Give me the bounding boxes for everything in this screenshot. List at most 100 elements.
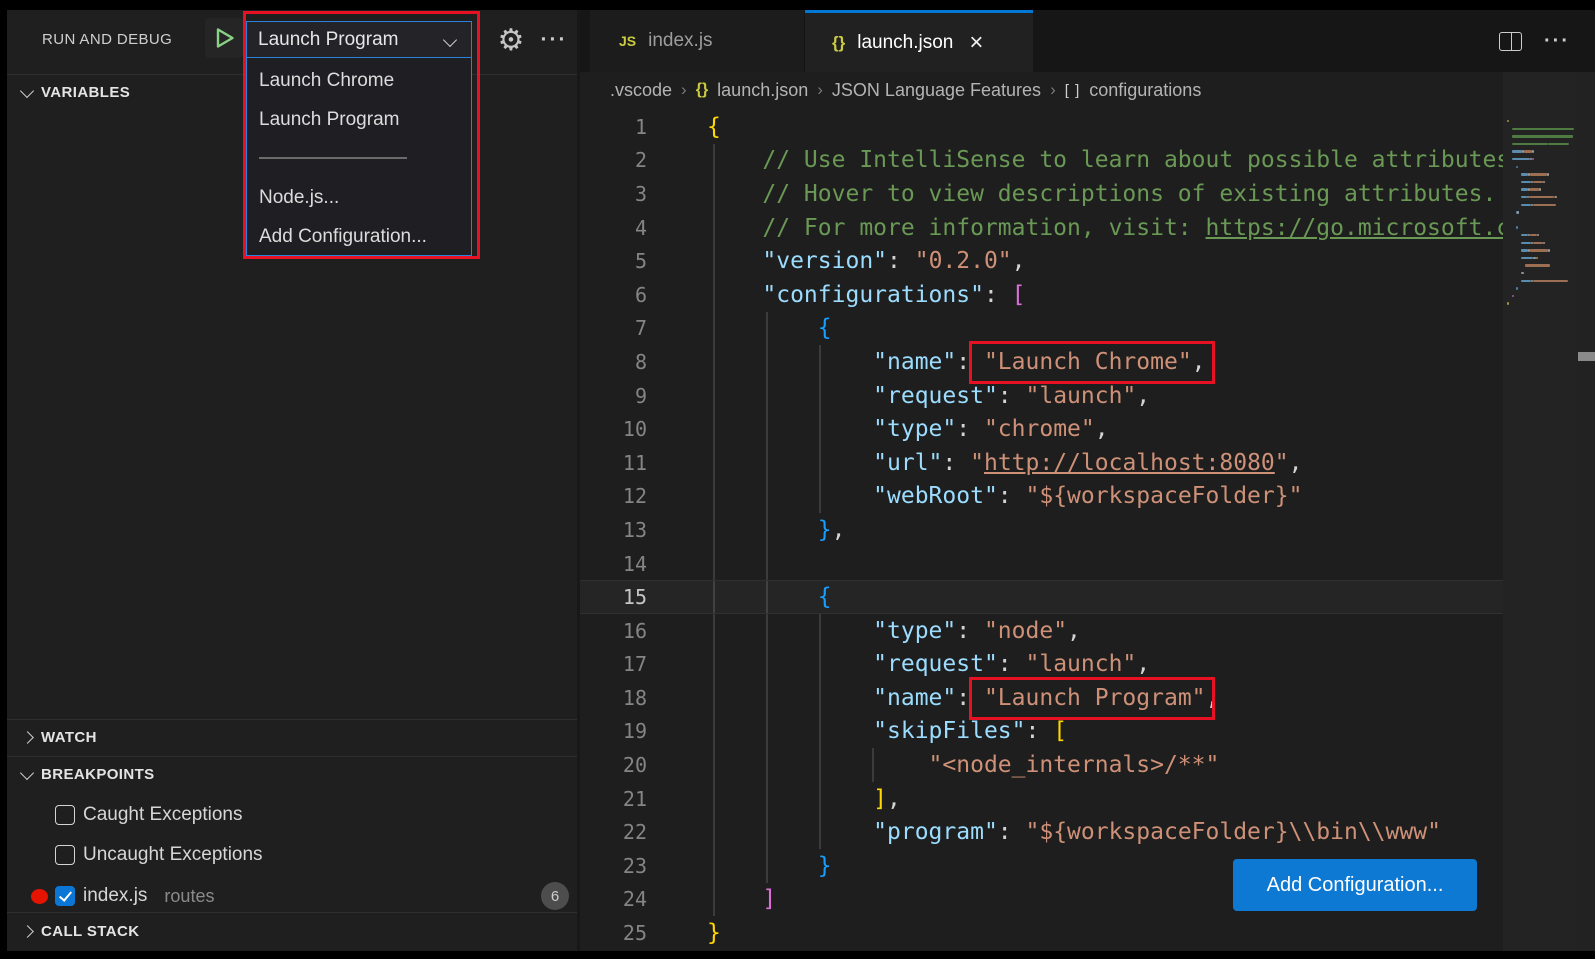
breadcrumb[interactable]: .vscode›{}launch.json›JSON Language Feat… [610,72,1201,108]
section-label: WATCH [41,729,97,746]
dropdown-item-add-configuration[interactable]: Add Configuration... [259,222,427,252]
breadcrumb-item[interactable]: JSON Language Features [832,80,1041,101]
line-number: 3 [580,182,667,206]
checkbox-unchecked[interactable] [55,845,75,865]
dropdown-item-launch-program[interactable]: Launch Program [259,105,399,135]
debug-configuration-value: Launch Program [258,29,398,51]
code-line[interactable]: 25} [580,916,1503,950]
code-text: "name": "Launch Chrome", [667,349,1206,375]
panel-title: RUN AND DEBUG [42,22,172,58]
start-debugging-button[interactable] [205,18,243,58]
code-line[interactable]: 19 "skipFiles": [ [580,715,1503,749]
code-line[interactable]: 21 ], [580,782,1503,816]
code-text: "configurations": [ [667,282,1026,308]
section-header-watch[interactable]: WATCH [7,719,577,755]
code-line[interactable]: 5 "version": "0.2.0", [580,244,1503,278]
minimap-code-line [1521,249,1528,251]
code-line[interactable]: 10 "type": "chrome", [580,412,1503,446]
code-line[interactable]: 17 "request": "launch", [580,648,1503,682]
line-number: 13 [580,518,667,542]
code-line[interactable]: 11 "url": "http://localhost:8080", [580,446,1503,480]
breadcrumb-item[interactable]: launch.json [717,80,808,101]
split-editor-icon[interactable] [1499,32,1522,51]
checkbox-checked[interactable] [55,886,75,906]
line-number: 12 [580,484,667,508]
code-line[interactable]: 22 "program": "${workspaceFolder}\\bin\\… [580,815,1503,849]
dropdown-item-launch-chrome[interactable]: Launch Chrome [259,66,394,96]
run-and-debug-sidebar: RUN AND DEBUG Launch Program ⚙ ··· Launc… [7,10,577,951]
breadcrumb-item[interactable]: configurations [1089,80,1201,101]
code-line[interactable]: 7 { [580,312,1503,346]
code-line[interactable]: 6 "configurations": [ [580,278,1503,312]
minimap-code-line [1530,234,1537,236]
breakpoint-row[interactable]: Caught Exceptions [7,795,577,835]
close-icon[interactable]: × [969,29,983,57]
minimap-code-line [1516,226,1518,228]
code-line[interactable]: 12 "webRoot": "${workspaceFolder}" [580,480,1503,514]
line-number: 21 [580,787,667,811]
code-line[interactable]: 13 }, [580,513,1503,547]
code-editor[interactable]: 1{2 // Use IntelliSense to learn about p… [580,110,1503,950]
minimap-code-line [1521,196,1527,198]
add-configuration-button[interactable]: Add Configuration... [1233,859,1477,911]
dropdown-item-node-js[interactable]: Node.js... [259,183,339,213]
code-line[interactable]: 16 "type": "node", [580,614,1503,648]
code-text: "program": "${workspaceFolder}\\bin\\www… [667,819,1441,845]
scrollbar-track[interactable] [1577,72,1595,951]
breakpoint-label: index.js [83,885,147,907]
code-line[interactable]: 3 // Hover to view descriptions of exist… [580,177,1503,211]
code-line[interactable]: 20 "<node_internals>/**" [580,748,1503,782]
code-text: // Hover to view descriptions of existin… [667,181,1496,207]
line-number: 5 [580,249,667,273]
json-file-icon: {} [832,33,845,53]
code-line[interactable]: 18 "name": "Launch Program", [580,681,1503,715]
tab-launch-json[interactable]: {}launch.json× [805,10,1033,72]
chevron-down-icon [443,32,457,46]
code-text: "request": "launch", [667,383,1150,409]
minimap-code-line [1533,181,1542,183]
minimap-code-line [1512,158,1530,160]
minimap-code-line [1521,280,1531,282]
code-line[interactable]: 8 "name": "Launch Chrome", [580,345,1503,379]
code-text: }, [667,517,845,543]
minimap-code-line [1537,234,1539,236]
code-line[interactable]: 9 "request": "launch", [580,379,1503,413]
debug-configuration-select[interactable]: Launch Program [246,21,472,58]
code-text: ] [667,886,776,912]
section-header-call-stack[interactable]: CALL STACK [7,913,577,949]
code-line-current[interactable]: 15 { [580,580,1503,614]
gear-icon[interactable]: ⚙ [490,19,532,61]
code-line[interactable]: 2 // Use IntelliSense to learn about pos… [580,144,1503,178]
line-number: 18 [580,686,667,710]
minimap[interactable] [1503,72,1577,951]
minimap-code-line [1547,173,1549,175]
breakpoint-row[interactable]: index.jsroutes6 [7,876,577,916]
more-actions-icon[interactable]: ··· [536,24,572,56]
code-line[interactable]: 4 // For more information, visit: https:… [580,211,1503,245]
chevron-right-icon [21,925,34,938]
breakpoint-count-badge: 6 [541,882,569,910]
minimap-code-line [1507,302,1509,304]
code-text: // Use IntelliSense to learn about possi… [667,147,1503,173]
code-line[interactable]: 14 [580,547,1503,581]
line-number: 7 [580,316,667,340]
section-label: VARIABLES [41,84,130,101]
code-line[interactable]: 1{ [580,110,1503,144]
array-symbol-icon: [ ] [1065,82,1081,99]
editor-more-actions-icon[interactable]: ··· [1544,30,1570,53]
minimap-code-line [1522,272,1524,274]
breakpoint-row[interactable]: Uncaught Exceptions [7,835,577,875]
line-number: 2 [580,148,667,172]
code-text: ], [667,786,901,812]
breakpoint-label: Uncaught Exceptions [83,844,263,866]
code-text: { [667,114,721,140]
line-number: 6 [580,283,667,307]
checkbox-unchecked[interactable] [55,805,75,825]
minimap-code-line [1530,188,1539,190]
breadcrumb-item[interactable]: .vscode [610,80,672,101]
minimap-code-line [1548,143,1569,145]
minimap-code-line [1530,249,1548,251]
section-header-breakpoints[interactable]: BREAKPOINTS [7,756,577,792]
code-text: "skipFiles": [ [667,718,1067,744]
tab-index-js[interactable]: JSindex.js [590,10,805,72]
